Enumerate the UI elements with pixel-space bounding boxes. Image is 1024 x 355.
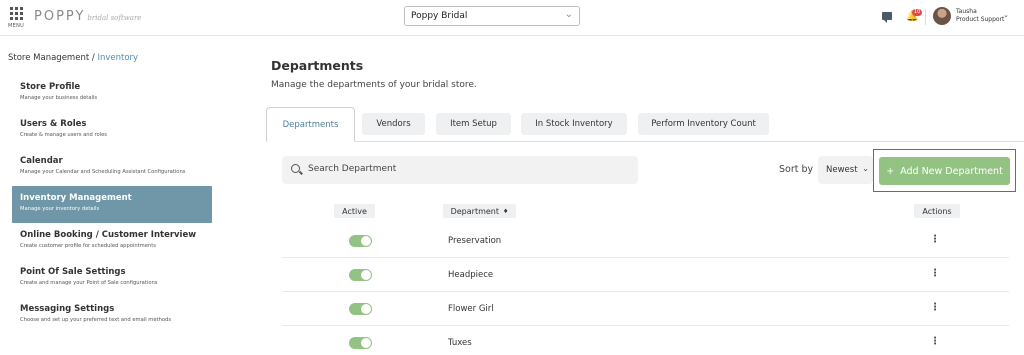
user-name: Tausha	[956, 8, 977, 15]
sidebar-item-desc: Create & manage users and roles	[20, 132, 108, 138]
sidebar-item-desc: Create and manage your Point of Sale con…	[20, 280, 158, 286]
active-toggle[interactable]	[349, 269, 372, 281]
active-toggle[interactable]	[349, 235, 372, 247]
tab-departments[interactable]: Departments	[266, 107, 355, 142]
plus-icon: +	[886, 165, 895, 177]
breadcrumb-current[interactable]: Inventory	[97, 53, 138, 63]
add-department-button[interactable]: + Add New Department	[879, 157, 1010, 185]
search-input[interactable]: Search Department	[282, 156, 638, 184]
brand-subtitle: bridal software	[87, 14, 142, 22]
sidebar-item-desc: Create customer profile for scheduled ap…	[20, 243, 156, 249]
more-vertical-icon[interactable]: ⋮	[929, 335, 941, 349]
store-select[interactable]: Poppy Bridal ⌄	[404, 6, 580, 26]
column-header-active: Active	[334, 204, 375, 218]
breadcrumb: Store Management / Inventory	[8, 53, 138, 63]
breadcrumb-root[interactable]: Store Management	[8, 53, 89, 63]
top-bar: MENU POPPY bridal software Poppy Bridal ⌄…	[0, 0, 1024, 36]
sidebar-item-title: Messaging Settings	[20, 304, 115, 314]
table-row: Preservation ⋮	[282, 224, 1009, 258]
sidebar-item-desc: Choose and set up your preferred text an…	[20, 317, 172, 323]
chevron-down-icon: ⌄	[862, 164, 869, 173]
table-row: Headpiece ⋮	[282, 258, 1009, 292]
sidebar-item-store-profile[interactable]: Store Profile Manage your business detai…	[12, 75, 212, 112]
sidebar-item-desc: Manage your Calendar and Scheduling Assi…	[20, 169, 186, 175]
sort-select[interactable]: Newest ⌄	[818, 156, 873, 184]
sidebar-item-messaging[interactable]: Messaging Settings Choose and set up you…	[12, 297, 212, 334]
table-row: Tuxes ⋮	[282, 326, 1009, 355]
menu-button[interactable]: MENU	[8, 7, 26, 31]
page-subtitle: Manage the departments of your bridal st…	[271, 80, 477, 90]
table-row: Flower Girl ⋮	[282, 292, 1009, 326]
sidebar-item-title: Store Profile	[20, 82, 81, 92]
search-icon	[291, 164, 300, 173]
page-title: Departments	[271, 58, 364, 73]
sort-label: Sort by	[779, 164, 814, 175]
sidebar-item-users-roles[interactable]: Users & Roles Create & manage users and …	[12, 112, 212, 149]
user-role: Product Support	[956, 16, 1005, 23]
brand-name: POPPY	[34, 9, 86, 24]
more-vertical-icon[interactable]: ⋮	[929, 233, 941, 247]
brand-logo: POPPY bridal software	[34, 9, 141, 24]
tab-perform-inventory-count[interactable]: Perform Inventory Count	[638, 113, 769, 135]
sidebar-item-desc: Manage your inventory details	[20, 206, 100, 212]
sidebar: Store Profile Manage your business detai…	[12, 75, 212, 334]
grid-icon	[10, 7, 26, 20]
avatar[interactable]	[933, 7, 951, 25]
divider	[925, 9, 926, 25]
sidebar-item-point-of-sale[interactable]: Point Of Sale Settings Create and manage…	[12, 260, 212, 297]
add-department-label: Add New Department	[900, 165, 1003, 177]
sidebar-item-online-booking[interactable]: Online Booking / Customer Interview Crea…	[12, 223, 212, 260]
sidebar-item-title: Point Of Sale Settings	[20, 267, 126, 277]
sidebar-item-calendar[interactable]: Calendar Manage your Calendar and Schedu…	[12, 149, 212, 186]
highlight-box: + Add New Department	[873, 149, 1016, 192]
tab-vendors[interactable]: Vendors	[362, 113, 425, 135]
column-header-department[interactable]: Department ♦	[443, 204, 516, 218]
search-placeholder: Search Department	[308, 164, 397, 174]
tab-item-setup[interactable]: Item Setup	[436, 113, 511, 135]
sidebar-item-desc: Manage your business details	[20, 95, 98, 101]
column-header-department-label: Department	[450, 206, 500, 216]
sidebar-item-title: Inventory Management	[20, 193, 132, 203]
department-name: Tuxes	[448, 338, 472, 348]
department-name: Flower Girl	[448, 304, 494, 314]
chevron-down-icon[interactable]: ⌄	[1003, 11, 1009, 19]
sort-select-value: Newest	[826, 165, 858, 175]
chevron-down-icon: ⌄	[564, 9, 573, 20]
department-name: Preservation	[448, 236, 502, 246]
sort-icon: ♦	[503, 207, 509, 215]
store-select-value: Poppy Bridal	[411, 11, 468, 21]
sidebar-item-title: Users & Roles	[20, 119, 87, 129]
active-toggle[interactable]	[349, 337, 372, 349]
column-header-actions: Actions	[914, 204, 960, 218]
chat-icon[interactable]	[882, 12, 892, 23]
more-vertical-icon[interactable]: ⋮	[929, 267, 941, 281]
sidebar-item-inventory-management[interactable]: Inventory Management Manage your invento…	[12, 186, 212, 223]
department-name: Headpiece	[448, 270, 494, 280]
more-vertical-icon[interactable]: ⋮	[929, 301, 941, 315]
notification-badge: 10	[912, 9, 923, 16]
breadcrumb-separator: /	[91, 53, 95, 63]
sidebar-item-title: Calendar	[20, 156, 63, 166]
menu-label: MENU	[8, 23, 25, 29]
active-toggle[interactable]	[349, 303, 372, 315]
tab-in-stock-inventory[interactable]: In Stock Inventory	[521, 113, 627, 135]
tabs-divider	[266, 141, 1024, 142]
sidebar-item-title: Online Booking / Customer Interview	[20, 230, 197, 240]
